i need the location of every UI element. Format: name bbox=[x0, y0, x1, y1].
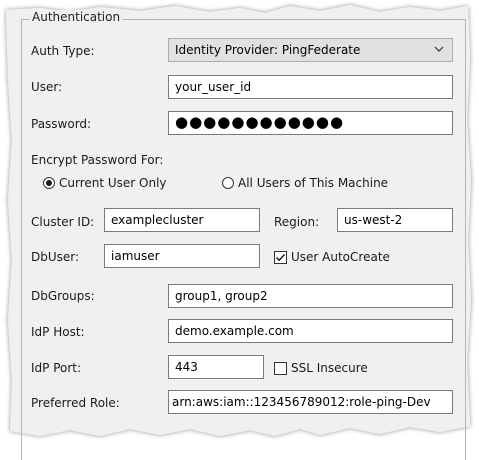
ssl-insecure-checkbox[interactable]: SSL Insecure bbox=[274, 361, 368, 375]
section-legend: Authentication bbox=[30, 10, 123, 24]
user-autocreate-box bbox=[274, 250, 287, 264]
idp-host-label: IdP Host: bbox=[31, 325, 85, 339]
idp-port-label: IdP Port: bbox=[31, 361, 82, 375]
dbuser-input[interactable]: iamuser bbox=[104, 244, 260, 268]
region-input[interactable]: us-west-2 bbox=[337, 208, 453, 232]
user-input[interactable]: your_user_id bbox=[168, 75, 453, 99]
radio-current-user-label: Current User Only bbox=[59, 176, 167, 190]
radio-all-users-dot bbox=[222, 177, 234, 189]
user-autocreate-label: User AutoCreate bbox=[291, 250, 390, 264]
cluster-id-label: Cluster ID: bbox=[31, 215, 95, 229]
auth-type-dropdown[interactable]: Identity Provider: PingFederate bbox=[168, 38, 453, 62]
dbuser-label: DbUser: bbox=[31, 250, 80, 264]
dbgroups-label: DbGroups: bbox=[31, 289, 95, 303]
user-label: User: bbox=[31, 80, 63, 94]
radio-all-users[interactable]: All Users of This Machine bbox=[222, 176, 388, 190]
ssl-insecure-box bbox=[274, 361, 287, 375]
preferred-role-label: Preferred Role: bbox=[31, 396, 120, 410]
radio-current-user-dot bbox=[43, 177, 55, 189]
auth-type-value: Identity Provider: PingFederate bbox=[175, 43, 361, 57]
idp-host-input[interactable]: demo.example.com bbox=[168, 319, 453, 343]
user-autocreate-checkbox[interactable]: User AutoCreate bbox=[274, 250, 390, 264]
encrypt-label: Encrypt Password For: bbox=[31, 153, 164, 167]
radio-current-user[interactable]: Current User Only bbox=[43, 176, 167, 190]
ssl-insecure-label: SSL Insecure bbox=[291, 361, 368, 375]
region-label: Region: bbox=[274, 215, 320, 229]
cluster-id-input[interactable]: examplecluster bbox=[104, 208, 260, 232]
auth-type-label: Auth Type: bbox=[31, 44, 95, 58]
chevron-down-icon bbox=[434, 46, 444, 52]
preferred-role-input[interactable]: arn:aws:iam::123456789012:role-ping-Dev bbox=[168, 390, 453, 414]
idp-port-input[interactable]: 443 bbox=[168, 355, 264, 379]
checkmark-icon bbox=[275, 253, 286, 261]
radio-all-users-label: All Users of This Machine bbox=[238, 176, 389, 190]
password-label: Password: bbox=[31, 117, 92, 131]
password-input[interactable]: ●●●●●●●●●●●● bbox=[168, 111, 453, 135]
dbgroups-input[interactable]: group1, group2 bbox=[168, 284, 453, 308]
